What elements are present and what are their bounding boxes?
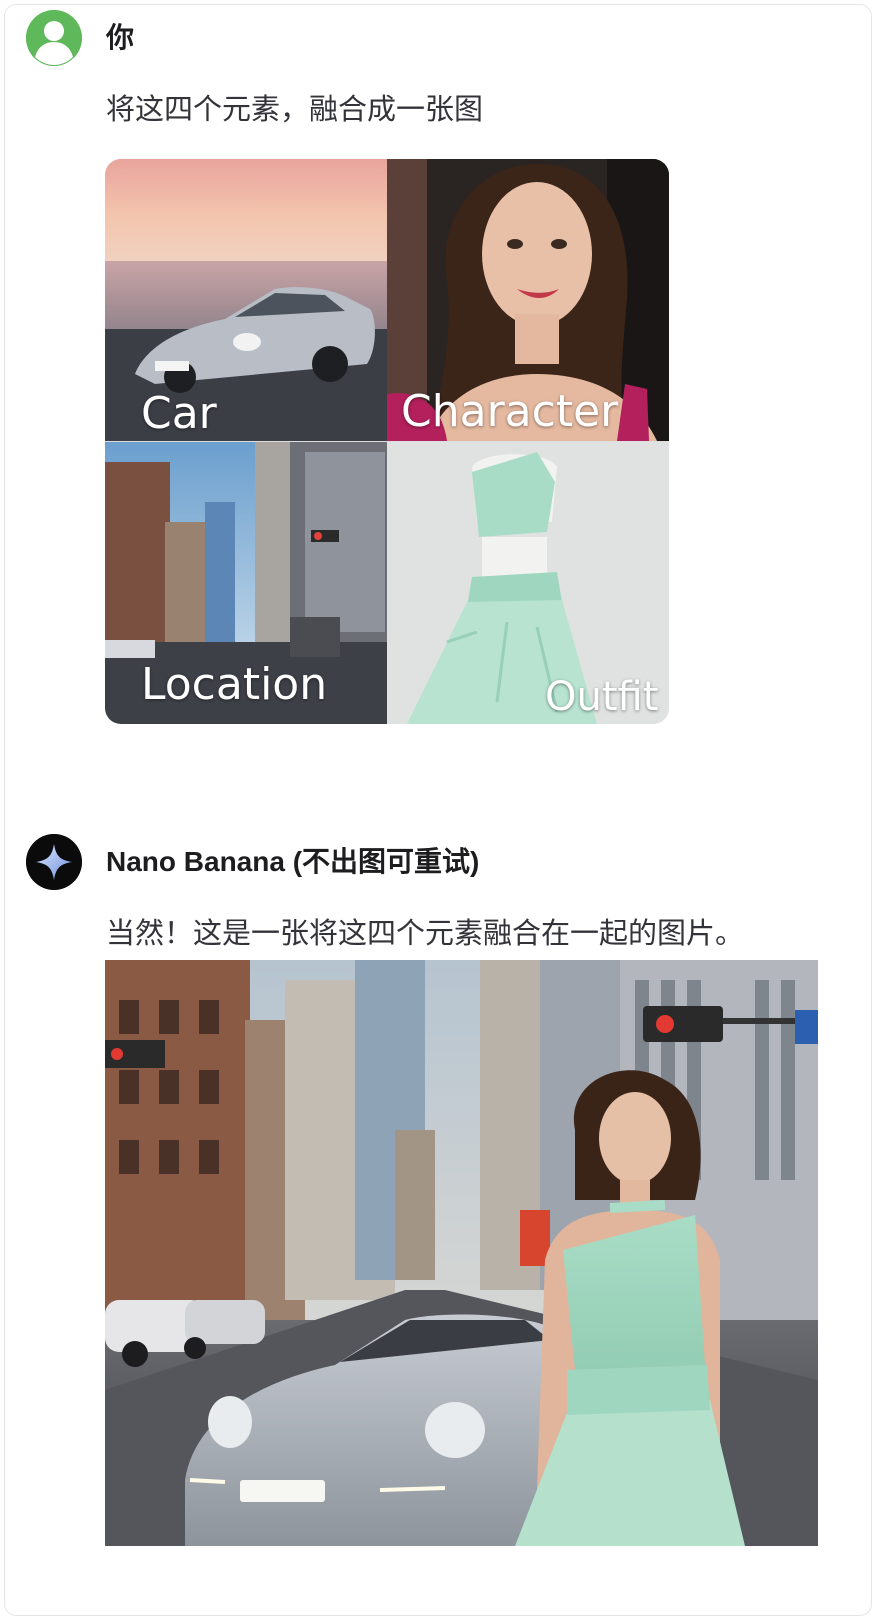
tile-label-location: Location bbox=[141, 659, 328, 710]
grid-tile-car: Car bbox=[105, 159, 387, 441]
generated-image[interactable] bbox=[105, 960, 818, 1546]
grid-tile-outfit: Outfit bbox=[387, 442, 669, 724]
user-avatar-icon bbox=[26, 10, 82, 66]
tile-label-car: Car bbox=[141, 388, 217, 439]
tile-label-outfit: Outfit bbox=[545, 674, 659, 720]
grid-tile-character: Character bbox=[387, 159, 669, 441]
user-attached-image-grid[interactable]: Car Character Location Outfit bbox=[105, 159, 669, 724]
tile-label-character: Character bbox=[401, 386, 619, 437]
user-message-text: 将这四个元素，融合成一张图 bbox=[106, 94, 484, 126]
bot-message-text: 当然！这是一张将这四个元素融合在一起的图片。 bbox=[106, 918, 745, 950]
bot-sender-name: Nano Banana (不出图可重试) bbox=[106, 846, 480, 877]
four-point-star-icon bbox=[26, 834, 82, 890]
grid-tile-location: Location bbox=[105, 442, 387, 724]
user-sender-name: 你 bbox=[106, 22, 135, 53]
